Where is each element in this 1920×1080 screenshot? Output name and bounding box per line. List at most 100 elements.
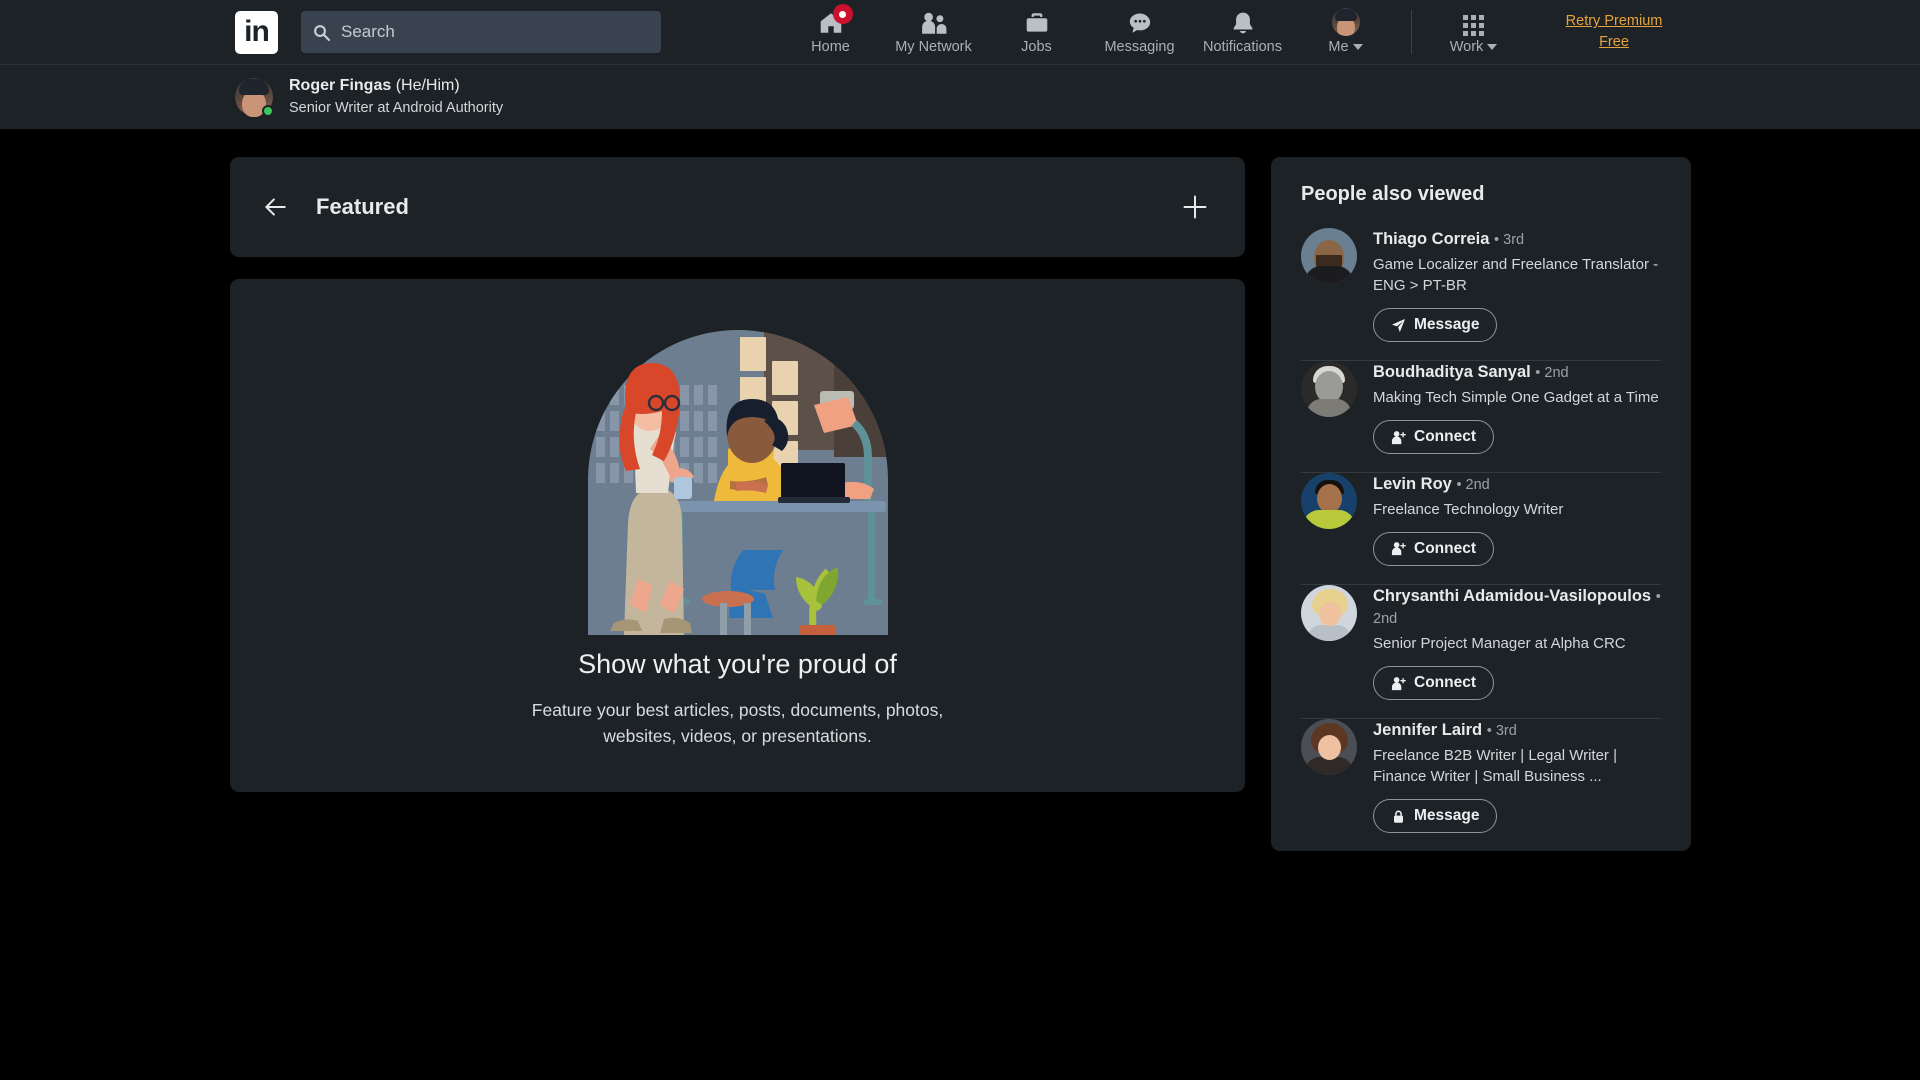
connect-button-label: Connect [1414,428,1476,446]
nav-label-me: Me [1328,39,1363,55]
nav-label-messaging: Messaging [1104,39,1175,55]
person-name-text: Chrysanthi Adamidou-Vasilopoulos [1373,586,1652,605]
retry-premium-line2: Free [1599,34,1629,50]
profile-name[interactable]: Roger Fingas (He/Him) [289,75,503,97]
search-icon [313,24,330,41]
list-item[interactable]: Boudhaditya Sanyal • 2nd Making Tech Sim… [1271,361,1691,472]
person-headline: Senior Project Manager at Alpha CRC [1373,635,1626,652]
chevron-down-icon [1487,44,1498,50]
office-collaboration-illustration [568,305,908,636]
featured-empty-state: Show what you're proud of Feature your b… [230,279,1245,792]
top-navigation-bar: in Search Home My Network Jobs Messaging… [0,0,1920,64]
message-bubble-icon [1127,9,1153,36]
back-arrow-icon[interactable] [262,194,288,220]
empty-state-headline: Show what you're proud of [578,649,897,679]
nav-label-me-text: Me [1328,39,1349,55]
profile-avatar[interactable] [235,78,274,117]
connection-degree: • 3rd [1486,723,1517,740]
nav-label-work-text: Work [1449,39,1484,55]
nav-item-messaging[interactable]: Messaging [1088,4,1191,60]
connection-degree: • 2nd [1535,365,1569,382]
chevron-down-icon [1352,44,1363,50]
linkedin-logo[interactable]: in [235,10,278,54]
message-button[interactable]: Message [1373,799,1498,834]
featured-header-card: Featured [230,157,1245,257]
avatar[interactable] [1301,719,1357,776]
list-item[interactable]: Thiago Correia • 3rd Game Localizer and … [1271,228,1691,360]
person-headline: Freelance Technology Writer [1373,500,1564,518]
profile-subheader: Roger Fingas (He/Him) Senior Writer at A… [0,64,1920,129]
profile-pronouns: (He/Him) [395,77,460,95]
nav-label-notifications: Notifications [1203,39,1282,55]
empty-state-description: Feature your best articles, posts, docum… [531,700,944,746]
avatar-icon [1331,8,1360,36]
nav-item-notifications[interactable]: Notifications [1191,4,1294,60]
connection-degree: • 3rd [1494,232,1525,248]
profile-identity: Roger Fingas (He/Him) Senior Writer at A… [289,75,503,118]
bell-icon [1230,9,1256,36]
person-headline: Freelance B2B Writer | Legal Writer | Fi… [1373,746,1617,786]
nav-item-me[interactable]: Me [1294,4,1397,60]
nav-divider [1411,10,1412,54]
lock-icon [1391,809,1406,824]
page-title: Featured [316,194,409,219]
message-button-label: Message [1414,807,1480,825]
person-headline: Making Tech Simple One Gadget at a Time [1373,388,1659,406]
home-icon [818,4,853,36]
people-icon [920,9,948,36]
send-icon [1391,318,1406,333]
person-name[interactable]: Jennifer Laird • 3rd [1373,719,1661,742]
profile-name-text: Roger Fingas [289,77,392,95]
grid-apps-icon [1463,9,1484,36]
search-placeholder: Search [341,22,395,41]
connect-button-label: Connect [1414,674,1476,692]
home-notification-badge [832,4,853,24]
person-headline: Game Localizer and Freelance Translator … [1373,255,1659,294]
person-name[interactable]: Chrysanthi Adamidou-Vasilopoulos • 2nd [1373,585,1661,630]
nav-label-my-network: My Network [895,39,972,55]
person-name-text: Thiago Correia [1373,230,1490,248]
person-name[interactable]: Boudhaditya Sanyal • 2nd [1373,361,1661,384]
people-also-viewed-card: People also viewed Thiago Correia • 3rd … [1271,157,1691,852]
connect-button-label: Connect [1414,539,1476,557]
avatar[interactable] [1301,361,1357,418]
list-item[interactable]: Levin Roy • 2nd Freelance Technology Wri… [1271,473,1691,584]
right-sidebar: People also viewed Thiago Correia • 3rd … [1271,157,1691,852]
profile-headline: Senior Writer at Android Authority [289,100,504,117]
retry-premium-line1: Retry Premium [1565,13,1663,30]
person-add-icon [1391,541,1406,556]
plus-icon[interactable] [1181,193,1209,221]
nav-item-jobs[interactable]: Jobs [985,4,1088,60]
nav-item-work[interactable]: Work [1422,4,1525,60]
connection-degree: • 2nd [1456,477,1490,494]
connect-button[interactable]: Connect [1373,531,1494,566]
nav-label-home: Home [811,39,850,55]
connect-button[interactable]: Connect [1373,666,1494,701]
nav-item-my-network[interactable]: My Network [882,4,985,60]
sidebar-title: People also viewed [1301,183,1485,205]
search-input[interactable]: Search [301,11,661,53]
retry-premium-link[interactable]: Retry Premium Free [1549,11,1679,52]
person-name[interactable]: Levin Roy • 2nd [1373,473,1661,496]
person-name-text: Jennifer Laird [1373,721,1483,740]
person-name-text: Levin Roy [1373,475,1452,494]
nav-label-work: Work [1450,39,1498,55]
person-name[interactable]: Thiago Correia • 3rd [1373,228,1661,251]
person-name-text: Boudhaditya Sanyal [1373,363,1531,382]
nav-items: Home My Network Jobs Messaging Notificat [779,4,1679,60]
list-item[interactable]: Chrysanthi Adamidou-Vasilopoulos • 2nd S… [1271,584,1691,718]
avatar[interactable] [1301,228,1357,284]
message-button[interactable]: Message [1373,308,1498,343]
avatar[interactable] [1301,473,1357,530]
online-status-indicator [262,105,274,117]
connect-button[interactable]: Connect [1373,420,1494,455]
main-column: Featured Show what you're proud of Featu… [230,157,1245,792]
list-item[interactable]: Jennifer Laird • 3rd Freelance B2B Write… [1271,719,1691,851]
briefcase-icon [1024,9,1050,36]
avatar[interactable] [1301,584,1357,641]
nav-item-home[interactable]: Home [779,4,882,60]
person-add-icon [1391,676,1406,691]
message-button-label: Message [1414,316,1480,334]
page-body: Featured Show what you're proud of Featu… [0,129,1920,852]
person-add-icon [1391,430,1406,445]
